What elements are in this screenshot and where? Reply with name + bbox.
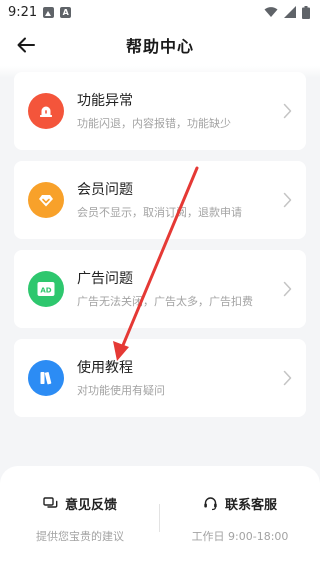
headset-icon [204, 497, 217, 511]
status-bar: 9:21 A [0, 0, 320, 24]
card-function-error[interactable]: 功能异常 功能闪退，内容报错，功能缺少 [14, 72, 306, 150]
customer-service-button[interactable]: 联系客服 工作日 9:00-18:00 [160, 494, 320, 544]
header: 帮助中心 [0, 24, 320, 66]
feedback-title-row: 意见反馈 [43, 494, 117, 513]
card-text: 使用教程 对功能使用有疑问 [77, 359, 306, 398]
card-text: 广告问题 广告无法关闭，广告太多，广告扣费 [77, 270, 306, 309]
bottom-panel: 意见反馈 提供您宝贵的建议 联系客服 工作日 9:00-18:00 [0, 466, 320, 568]
card-text: 功能异常 功能闪退，内容报错，功能缺少 [77, 92, 306, 131]
chevron-right-icon [283, 103, 292, 119]
svg-text:AD: AD [40, 286, 51, 294]
card-member-issue[interactable]: 会员问题 会员不显示，取消订阅，退款申请 [14, 161, 306, 239]
a-notification-icon: A [60, 6, 72, 18]
chevron-right-icon [283, 370, 292, 386]
battery-icon [302, 5, 310, 19]
back-arrow-icon[interactable] [16, 35, 36, 55]
feedback-title: 意见反馈 [64, 498, 117, 513]
card-subtitle: 广告无法关闭，广告太多，广告扣费 [77, 294, 253, 308]
status-left: 9:21 A [8, 4, 72, 20]
service-subtitle: 工作日 9:00-18:00 [191, 530, 289, 543]
card-ad-issue[interactable]: AD 广告问题 广告无法关闭，广告太多，广告扣费 [14, 250, 306, 328]
page-title: 帮助中心 [125, 37, 194, 56]
chevron-right-icon [283, 281, 292, 297]
gallery-notification-icon [43, 6, 55, 18]
chat-icon [43, 496, 58, 508]
card-title: 会员问题 [77, 181, 133, 198]
alarm-icon [28, 93, 64, 129]
ad-icon: AD [28, 271, 64, 307]
card-title: 功能异常 [77, 92, 133, 109]
status-time: 9:21 [8, 4, 38, 20]
service-title-row: 联系客服 [203, 494, 277, 513]
card-subtitle: 会员不显示，取消订阅，退款申请 [77, 205, 242, 219]
signal-icon [284, 6, 296, 18]
status-right [264, 5, 310, 19]
card-tutorial[interactable]: 使用教程 对功能使用有疑问 [14, 339, 306, 417]
service-title: 联系客服 [224, 498, 277, 513]
card-title: 使用教程 [77, 359, 133, 376]
feedback-subtitle: 提供您宝贵的建议 [36, 529, 124, 543]
feedback-button[interactable]: 意见反馈 提供您宝贵的建议 [0, 494, 160, 544]
diamond-icon [28, 182, 64, 218]
card-subtitle: 对功能使用有疑问 [77, 383, 165, 397]
card-text: 会员问题 会员不显示，取消订阅，退款申请 [77, 181, 306, 220]
wifi-icon [264, 7, 278, 17]
chevron-right-icon [283, 192, 292, 208]
card-title: 广告问题 [77, 270, 133, 287]
book-icon [28, 360, 64, 396]
card-subtitle: 功能闪退，内容报错，功能缺少 [77, 116, 231, 130]
